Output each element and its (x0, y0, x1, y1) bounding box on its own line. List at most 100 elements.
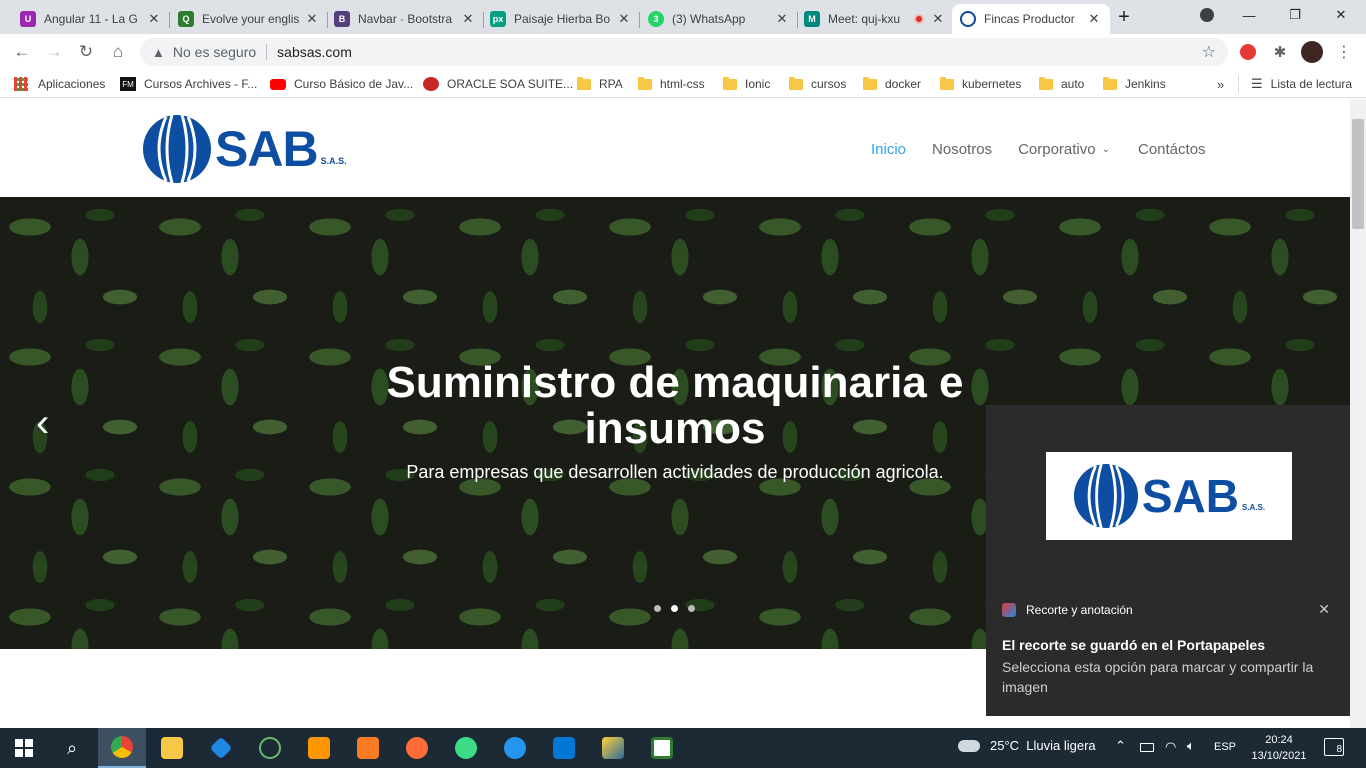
tab-search-icon[interactable] (1184, 0, 1230, 30)
reload-icon[interactable]: ↻ (72, 38, 100, 66)
bookmark-folder[interactable]: auto (1039, 75, 1084, 93)
git-kraken-icon[interactable] (197, 728, 245, 768)
clock[interactable]: 20:24 13/10/2021 (1248, 732, 1310, 764)
xampp-icon[interactable] (344, 728, 392, 768)
bookmark-item[interactable]: Curso Básico de Jav... (270, 75, 413, 93)
chevron-up-icon[interactable]: ⌃ (1115, 738, 1126, 754)
tab-angular[interactable]: U Angular 11 - La G ✕ (12, 4, 170, 34)
nav-contactos[interactable]: Contáctos (1138, 141, 1206, 158)
maximize-button[interactable]: ❐ (1272, 0, 1318, 30)
battery-icon[interactable] (1140, 743, 1154, 752)
preview-logo-text: SAB (1141, 470, 1239, 522)
site-logo[interactable]: SAB S.A.S. (142, 114, 347, 184)
notification-center-icon[interactable]: 8 (1324, 738, 1344, 756)
chrome-taskbar-icon[interactable] (98, 728, 146, 768)
scrollbar-thumb[interactable] (1352, 119, 1364, 229)
extension-icon[interactable] (1234, 38, 1262, 66)
tab-whatsapp[interactable]: 3 (3) WhatsApp ✕ (640, 4, 798, 34)
tab-title: Paisaje Hierba Bo (514, 12, 611, 26)
logo-globe-icon (1073, 463, 1138, 529)
carousel-dot[interactable] (688, 605, 695, 612)
python-ide-icon[interactable] (589, 728, 637, 768)
close-tab-icon[interactable]: ✕ (774, 11, 790, 27)
close-tab-icon[interactable]: ✕ (146, 11, 162, 27)
snip-notification[interactable]: SAB S.A.S. Recorte y anotación ✕ El reco… (986, 405, 1350, 716)
tab-paisaje[interactable]: px Paisaje Hierba Bo ✕ (482, 4, 640, 34)
nav-corporativo[interactable]: Corporativo ⌄ (1018, 141, 1110, 158)
star-icon[interactable]: ☆ (1202, 42, 1216, 62)
atom-icon[interactable] (246, 728, 294, 768)
carousel-dot[interactable] (654, 605, 661, 612)
snip-preview[interactable]: SAB S.A.S. (1046, 452, 1292, 540)
folder-icon (940, 76, 954, 90)
tab-title: Fincas Productor (984, 12, 1075, 26)
tab-meet[interactable]: M Meet: quj-kxu ✕ (796, 4, 954, 34)
bookmark-folder[interactable]: kubernetes (940, 75, 1021, 93)
close-tab-icon[interactable]: ✕ (616, 11, 632, 27)
close-tab-icon[interactable]: ✕ (460, 11, 476, 27)
wifi-icon[interactable]: ◠ (1165, 739, 1176, 755)
forward-icon[interactable]: → (40, 38, 68, 66)
sublime-icon[interactable] (295, 728, 343, 768)
vscode-icon[interactable] (540, 728, 588, 768)
tab-title: Navbar · Bootstra (358, 12, 453, 26)
tab-navbar[interactable]: B Navbar · Bootstra ✕ (326, 4, 484, 34)
main-nav: Inicio Nosotros Corporativo ⌄ Contáctos (871, 141, 1206, 158)
android-studio-icon[interactable] (442, 728, 490, 768)
carousel-prev-button[interactable]: ‹ (36, 403, 49, 443)
page-scrollbar[interactable] (1350, 99, 1366, 728)
toast-title: El recorte se guardó en el Portapapeles (1002, 637, 1265, 653)
nav-nosotros[interactable]: Nosotros (932, 141, 992, 158)
volume-icon[interactable]: 🔈︎ (1187, 738, 1195, 754)
bookmark-folder[interactable]: RPA (577, 75, 623, 93)
bookmark-folder[interactable]: docker (863, 75, 921, 93)
bookmark-folder[interactable]: cursos (789, 75, 846, 93)
nav-corporativo-label: Corporativo (1018, 141, 1096, 158)
carousel-dot-active[interactable] (671, 605, 678, 612)
puzzle-icon[interactable]: ✱ (1266, 38, 1294, 66)
reading-list[interactable]: ☰ Lista de lectura (1238, 75, 1352, 93)
docker-icon[interactable] (491, 728, 539, 768)
back-icon[interactable]: ← (8, 38, 36, 66)
quasar-icon[interactable] (638, 728, 686, 768)
bookmark-item[interactable]: ORACLE SOA SUITE... (423, 75, 573, 93)
address-bar[interactable]: ▲ No es seguro sabsas.com ☆ (140, 38, 1228, 66)
tab-evolve[interactable]: Q Evolve your englis ✕ (170, 4, 328, 34)
close-tab-icon[interactable]: ✕ (1086, 11, 1102, 27)
close-tab-icon[interactable]: ✕ (304, 11, 320, 27)
bookmark-folder[interactable]: Jenkins (1103, 75, 1166, 93)
close-icon[interactable]: ✕ (1318, 601, 1330, 618)
bookmark-label: RPA (599, 77, 623, 91)
bookmark-folder[interactable]: Ionic (723, 75, 770, 93)
tab-title: Meet: quj-kxu (828, 12, 901, 26)
notification-count: 8 (1336, 744, 1342, 755)
cloud-rain-icon (958, 739, 980, 752)
menu-icon[interactable]: ⋮ (1330, 38, 1358, 66)
postman-icon[interactable] (393, 728, 441, 768)
weather-widget[interactable]: 25°C Lluvia ligera (958, 738, 1096, 753)
apps-icon (14, 77, 28, 91)
search-icon[interactable]: ⌕ (48, 728, 96, 768)
nav-inicio[interactable]: Inicio (871, 141, 906, 158)
avatar[interactable] (1298, 38, 1326, 66)
bookmark-folder[interactable]: html-css (638, 75, 705, 93)
minimize-button[interactable]: — (1226, 0, 1272, 30)
windows-taskbar: ⌕ 25°C Lluvia ligera ⌃ ◠ 🔈︎ ESP 20:24 13… (0, 728, 1366, 768)
tab-title: (3) WhatsApp (672, 12, 746, 26)
close-tab-icon[interactable]: ✕ (930, 11, 946, 27)
file-explorer-icon[interactable] (148, 728, 196, 768)
home-icon[interactable]: ⌂ (104, 38, 132, 66)
url-text[interactable]: sabsas.com (277, 44, 352, 60)
new-tab-button[interactable]: + (1106, 2, 1142, 32)
bookmark-label: cursos (811, 77, 847, 91)
tab-favicon-icon: px (490, 11, 506, 27)
tab-fincas[interactable]: Fincas Productor ✕ (952, 4, 1110, 34)
language-indicator[interactable]: ESP (1214, 741, 1236, 753)
toast-header: Recorte y anotación (1002, 603, 1133, 617)
tab-favicon-icon: 3 (648, 11, 664, 27)
bookmark-apps[interactable]: Aplicaciones (14, 75, 105, 93)
windows-start-icon[interactable] (0, 728, 48, 768)
close-window-button[interactable]: ✕ (1318, 0, 1364, 30)
more-bookmarks-icon[interactable]: » (1217, 75, 1224, 93)
bookmark-item[interactable]: FM Cursos Archives - F... (120, 75, 257, 93)
